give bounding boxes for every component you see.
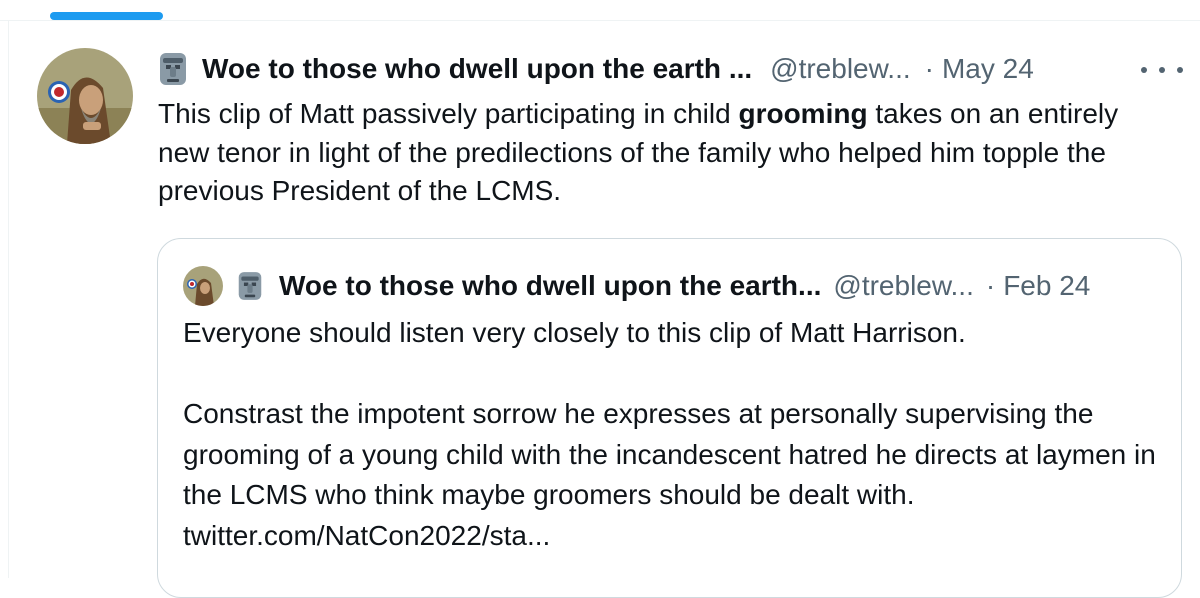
quoted-tweet-date[interactable]: Feb 24 — [1003, 270, 1090, 302]
moai-icon — [237, 270, 263, 302]
more-dot — [1159, 67, 1165, 73]
top-divider — [0, 20, 1200, 21]
monk-portrait-avatar-icon — [37, 48, 133, 144]
quoted-paragraph-1: Everyone should listen very closely to t… — [183, 317, 966, 348]
more-dot — [1141, 67, 1147, 73]
quoted-tweet-header: Woe to those who dwell upon the earth...… — [183, 266, 1090, 306]
tweet-text-part: This clip of Matt passively participatin… — [158, 98, 739, 129]
more-options-icon[interactable] — [1141, 60, 1183, 80]
quoted-link[interactable]: twitter.com/NatCon2022/sta... — [183, 520, 550, 551]
tweet-text: This clip of Matt passively participatin… — [158, 95, 1168, 211]
separator-dot: · — [924, 53, 934, 84]
author-avatar[interactable] — [37, 48, 133, 144]
quoted-author-avatar[interactable] — [183, 266, 223, 306]
quoted-tweet-text: Everyone should listen very closely to t… — [183, 313, 1168, 556]
quoted-paragraph-2-text: Constrast the impotent sorrow he express… — [183, 398, 1156, 510]
column-border — [8, 21, 9, 578]
quoted-author-handle[interactable]: @treblew... — [833, 270, 973, 302]
tweet-date[interactable]: May 24 — [942, 53, 1034, 85]
author-handle[interactable]: @treblew... — [770, 53, 910, 85]
tweet-text-highlight: grooming — [738, 98, 868, 129]
separator-dot: · — [985, 270, 996, 301]
quoted-author-display-name[interactable]: Woe to those who dwell upon the earth... — [279, 270, 821, 302]
tweet-header: Woe to those who dwell upon the earth ..… — [158, 50, 1034, 88]
moai-icon — [158, 52, 188, 86]
quoted-paragraph-2: Constrast the impotent sorrow he express… — [183, 394, 1168, 556]
author-display-name[interactable]: Woe to those who dwell upon the earth ..… — [202, 53, 752, 85]
active-tab-indicator — [50, 12, 163, 20]
more-dot — [1177, 67, 1183, 73]
monk-portrait-avatar-icon — [183, 266, 223, 306]
